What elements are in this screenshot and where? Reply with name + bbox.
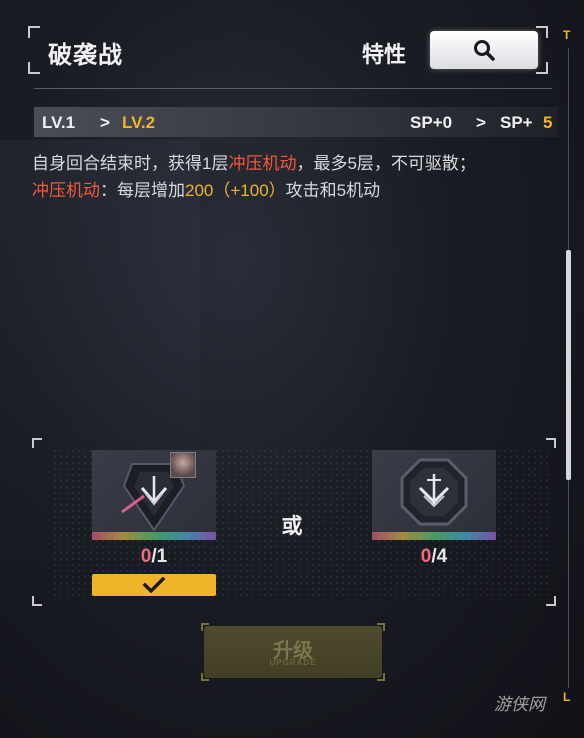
upgrade-button[interactable]: 升级 UPGRADE (201, 623, 385, 681)
desc-keyword: 冲压机动 (32, 181, 100, 200)
count-have: 0 (420, 546, 432, 567)
scroll-thumb[interactable] (566, 250, 571, 480)
button-corner-br (377, 673, 385, 681)
level-bar: LV.1 > LV.2 SP+0 > SP+ 5 (34, 107, 558, 137)
sp-to-prefix: SP+ (500, 113, 533, 132)
material-item-1[interactable] (92, 450, 216, 540)
chevron-crest-chip-icon (121, 463, 186, 532)
button-corner-tr (377, 623, 385, 631)
level-from: LV.1 (42, 113, 76, 132)
desc-keyword: 冲压机动 (228, 154, 297, 173)
material-item-2[interactable] (372, 450, 496, 540)
button-corner-tl (201, 623, 209, 631)
sp-from: SP+0 (410, 113, 453, 132)
desc-text: 自身回合结束时，获得1层 (32, 154, 229, 173)
panel-corner-bl (32, 596, 42, 606)
search-icon (474, 40, 495, 61)
count-need: 4 (436, 546, 448, 567)
desc-text: 攻击和5机动 (285, 181, 381, 200)
level-arrow: > (100, 113, 110, 132)
sp-to-value: 5 (543, 113, 553, 132)
desc-text: ，最多5层，不可驱散； (296, 154, 476, 173)
materials-panel: 0/1 或 0/4 (32, 438, 556, 606)
desc-value: 200（+100） (185, 181, 286, 200)
skill-header: 破袭战 特性 (28, 26, 548, 74)
checkmark-icon (142, 577, 166, 593)
trait-label: 特性 (362, 42, 407, 67)
sp-arrow: > (476, 113, 486, 132)
character-portrait-thumb (170, 452, 196, 478)
skill-description: 自身回合结束时，获得1层冲压机动，最多5层，不可驱散； 冲压机动：每层增加200… (32, 150, 552, 204)
panel-corner-tr (546, 438, 556, 448)
count-need: 1 (156, 546, 168, 567)
skill-title: 破袭战 (48, 42, 123, 69)
count-have: 0 (140, 546, 152, 567)
button-corner-bl (201, 673, 209, 681)
header-corner-tl (28, 26, 40, 38)
header-divider (34, 88, 552, 89)
level-to: LV.2 (122, 113, 156, 132)
octagon-crest-chip-icon (400, 458, 468, 526)
header-corner-bl (28, 62, 40, 74)
material-count-2: 0/4 (372, 546, 496, 568)
selected-badge (92, 574, 216, 596)
upgrade-sub-label: UPGRADE (269, 658, 317, 667)
scroll-top-cap: T (563, 28, 571, 42)
trait-search-button[interactable] (430, 31, 538, 69)
scroll-bottom-cap: L (563, 690, 571, 704)
material-count-1: 0/1 (92, 546, 216, 568)
panel-corner-tl (32, 438, 42, 448)
panel-corner-br (546, 596, 556, 606)
desc-text: ：每层增加 (100, 181, 185, 200)
or-separator: 或 (281, 515, 303, 538)
watermark: 游侠网 (494, 695, 545, 714)
